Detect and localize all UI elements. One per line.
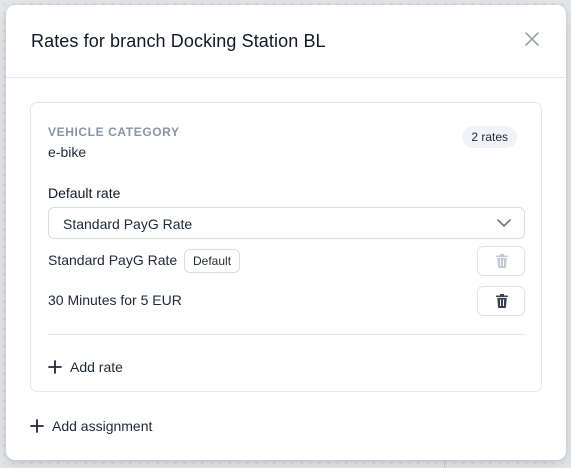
plus-icon — [48, 360, 62, 374]
vehicle-category-value: e-bike — [48, 144, 87, 160]
trash-icon — [496, 254, 508, 268]
rate-count-badge: 2 rates — [462, 126, 517, 148]
default-rate-select[interactable]: Standard PayG Rate — [48, 207, 525, 239]
default-rate-label: Default rate — [48, 185, 121, 201]
close-icon — [525, 32, 539, 46]
rates-modal: Rates for branch Docking Station BL VEHI… — [6, 5, 566, 460]
rate-name: Standard PayG Rate — [48, 252, 178, 268]
add-assignment-button[interactable]: Add assignment — [30, 416, 152, 436]
plus-icon — [30, 419, 44, 433]
vehicle-category-label: VEHICLE CATEGORY — [48, 125, 180, 139]
delete-rate-button-disabled[interactable] — [477, 246, 525, 276]
chevron-down-icon — [497, 219, 511, 227]
add-rate-button[interactable]: Add rate — [48, 357, 123, 377]
close-button[interactable] — [524, 31, 540, 47]
trash-icon — [496, 294, 508, 308]
default-rate-select-value: Standard PayG Rate — [63, 216, 193, 232]
rate-row: Standard PayG Rate Default — [48, 246, 525, 276]
add-rate-label: Add rate — [70, 359, 123, 375]
modal-title: Rates for branch Docking Station BL — [31, 31, 326, 51]
vehicle-category-card: VEHICLE CATEGORY e-bike 2 rates Default … — [30, 102, 542, 392]
rate-row: 30 Minutes for 5 EUR — [48, 286, 525, 316]
default-badge: Default — [184, 249, 241, 273]
delete-rate-button[interactable] — [477, 286, 525, 316]
divider — [48, 334, 525, 335]
modal-header: Rates for branch Docking Station BL — [6, 5, 566, 78]
rate-name: 30 Minutes for 5 EUR — [48, 292, 182, 308]
add-assignment-label: Add assignment — [52, 418, 153, 434]
